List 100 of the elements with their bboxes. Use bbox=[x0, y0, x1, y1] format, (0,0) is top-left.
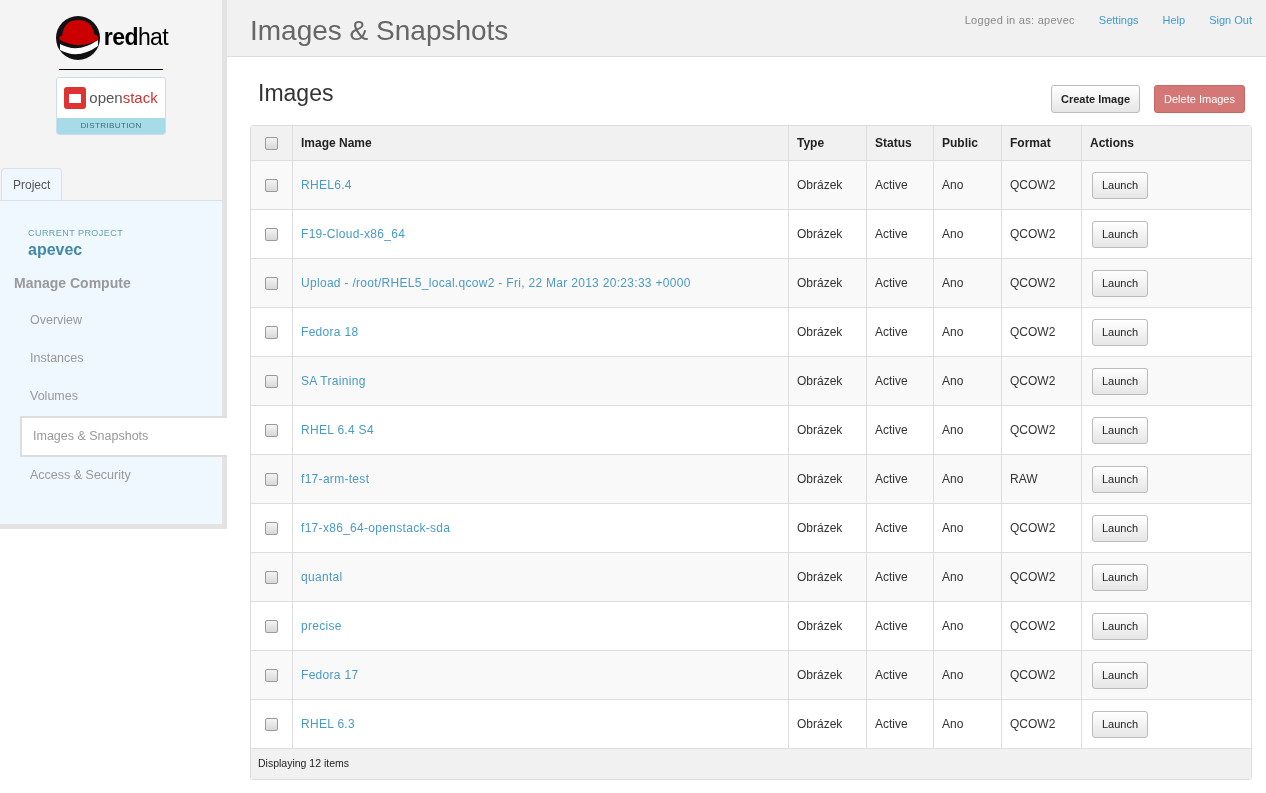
distribution-banner: DISTRIBUTION bbox=[57, 118, 165, 134]
status-text: Active bbox=[875, 569, 908, 586]
public-text: Ano bbox=[942, 275, 964, 292]
public-text: Ano bbox=[942, 520, 964, 537]
type-text: Obrázek bbox=[797, 569, 843, 586]
image-name-link[interactable]: RHEL 6.3 bbox=[301, 715, 355, 733]
checkbox[interactable] bbox=[265, 374, 278, 388]
type-text: Obrázek bbox=[797, 226, 843, 243]
action-button[interactable]: Delete Images bbox=[1154, 85, 1245, 113]
image-name-link[interactable]: Fedora 18 bbox=[301, 323, 359, 341]
type-text: Obrázek bbox=[797, 422, 843, 439]
launch-button[interactable]: Launch bbox=[1092, 612, 1149, 640]
format-text: QCOW2 bbox=[1010, 716, 1056, 733]
checkbox[interactable] bbox=[265, 521, 278, 535]
image-name-link[interactable]: F19-Cloud-x86_64 bbox=[301, 225, 406, 243]
sidebar-section-title: Manage Compute bbox=[13, 273, 132, 293]
checkbox[interactable] bbox=[265, 472, 278, 486]
checkbox[interactable] bbox=[265, 668, 278, 682]
status-text: Active bbox=[875, 373, 908, 390]
image-name-link[interactable]: Fedora 17 bbox=[301, 666, 359, 684]
panel-title: Images bbox=[258, 78, 334, 108]
public-text: Ano bbox=[942, 373, 964, 390]
status-text: Active bbox=[875, 471, 908, 488]
header-link[interactable]: Sign Out bbox=[1209, 12, 1252, 29]
launch-button[interactable]: Launch bbox=[1092, 171, 1149, 199]
checkbox[interactable] bbox=[265, 423, 278, 437]
launch-button[interactable]: Launch bbox=[1092, 318, 1149, 346]
sidebar-tab[interactable]: Project bbox=[1, 168, 63, 201]
launch-button[interactable]: Launch bbox=[1092, 416, 1149, 444]
column-header: Type bbox=[797, 135, 825, 152]
sidebar-nav-item[interactable]: Volumes bbox=[0, 377, 222, 416]
type-text: Obrázek bbox=[797, 520, 843, 537]
format-text: QCOW2 bbox=[1010, 667, 1056, 684]
checkbox[interactable] bbox=[265, 717, 278, 731]
type-text: Obrázek bbox=[797, 275, 843, 292]
checkbox[interactable] bbox=[265, 619, 278, 633]
image-name-link[interactable]: precise bbox=[301, 617, 342, 635]
sidebar-nav-item[interactable]: Overview bbox=[0, 301, 222, 340]
sidebar-nav-item[interactable]: Instances bbox=[0, 339, 222, 378]
column-header: Actions bbox=[1090, 135, 1134, 152]
header-link[interactable]: Settings bbox=[1098, 12, 1139, 29]
launch-button[interactable]: Launch bbox=[1092, 710, 1149, 738]
checkbox[interactable] bbox=[265, 178, 278, 192]
checkbox[interactable] bbox=[265, 276, 278, 290]
checkbox[interactable] bbox=[265, 136, 278, 150]
status-text: Active bbox=[875, 226, 908, 243]
current-project-label: CURRENT PROJECT bbox=[27, 227, 125, 240]
table-footer-text: Displaying 12 items bbox=[258, 756, 350, 772]
public-text: Ano bbox=[942, 226, 964, 243]
format-text: QCOW2 bbox=[1010, 324, 1056, 341]
launch-button[interactable]: Launch bbox=[1092, 465, 1149, 493]
format-text: QCOW2 bbox=[1010, 226, 1056, 243]
type-text: Obrázek bbox=[797, 716, 843, 733]
launch-button[interactable]: Launch bbox=[1092, 220, 1149, 248]
type-text: Obrázek bbox=[797, 471, 843, 488]
format-text: QCOW2 bbox=[1010, 275, 1056, 292]
launch-button[interactable]: Launch bbox=[1092, 367, 1149, 395]
sidebar-nav-item[interactable]: Access & Security bbox=[0, 456, 222, 495]
action-button[interactable]: Create Image bbox=[1050, 85, 1141, 113]
launch-button[interactable]: Launch bbox=[1092, 661, 1149, 689]
image-name-link[interactable]: quantal bbox=[301, 568, 343, 586]
column-header: Format bbox=[1010, 135, 1051, 152]
status-text: Active bbox=[875, 177, 908, 194]
type-text: Obrázek bbox=[797, 667, 843, 684]
format-text: QCOW2 bbox=[1010, 373, 1056, 390]
public-text: Ano bbox=[942, 618, 964, 635]
image-name-link[interactable]: RHEL 6.4 S4 bbox=[301, 421, 374, 439]
sidebar-nav-item[interactable]: Images & Snapshots bbox=[20, 415, 227, 457]
public-text: Ano bbox=[942, 569, 964, 586]
launch-button[interactable]: Launch bbox=[1092, 269, 1149, 297]
format-text: RAW bbox=[1010, 471, 1038, 488]
checkbox[interactable] bbox=[265, 227, 278, 241]
current-project-name: apevec bbox=[27, 240, 84, 259]
page-title: Images & Snapshots bbox=[250, 14, 509, 48]
format-text: QCOW2 bbox=[1010, 422, 1056, 439]
checkbox[interactable] bbox=[265, 325, 278, 339]
checkbox[interactable] bbox=[265, 570, 278, 584]
format-text: QCOW2 bbox=[1010, 618, 1056, 635]
launch-button[interactable]: Launch bbox=[1092, 514, 1149, 542]
public-text: Ano bbox=[942, 716, 964, 733]
image-name-link[interactable]: f17-arm-test bbox=[301, 470, 370, 488]
image-name-link[interactable]: Upload - /root/RHEL5_local.qcow2 - Fri, 22 Mar 2013 20:23:33 +0000 bbox=[301, 274, 691, 292]
image-name-link[interactable]: RHEL6.4 bbox=[301, 176, 352, 194]
public-text: Ano bbox=[942, 667, 964, 684]
status-text: Active bbox=[875, 667, 908, 684]
status-text: Active bbox=[875, 618, 908, 635]
image-name-link[interactable]: f17-x86_64-openstack-sda bbox=[301, 519, 451, 537]
format-text: QCOW2 bbox=[1010, 569, 1056, 586]
header-link[interactable]: Help bbox=[1162, 12, 1186, 29]
status-text: Active bbox=[875, 275, 908, 292]
openstack-wordmark: openstack bbox=[89, 87, 158, 108]
public-text: Ano bbox=[942, 471, 964, 488]
type-text: Obrázek bbox=[797, 324, 843, 341]
logo-wordmark: redhat bbox=[103, 22, 169, 52]
image-name-link[interactable]: SA Training bbox=[301, 372, 366, 390]
launch-button[interactable]: Launch bbox=[1092, 563, 1149, 591]
type-text: Obrázek bbox=[797, 373, 843, 390]
public-text: Ano bbox=[942, 177, 964, 194]
public-text: Ano bbox=[942, 324, 964, 341]
type-text: Obrázek bbox=[797, 177, 843, 194]
